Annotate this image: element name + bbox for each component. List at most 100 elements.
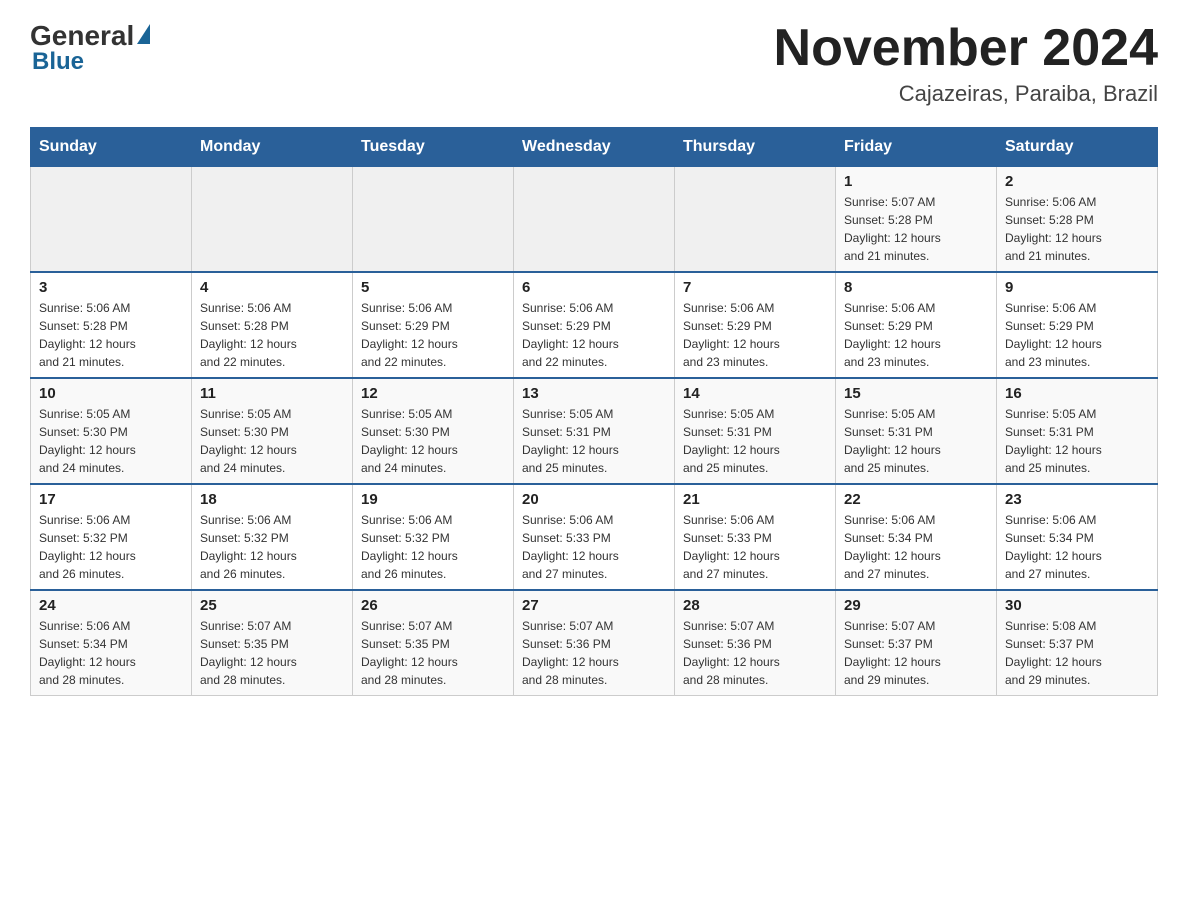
day-number: 10 (39, 385, 183, 402)
calendar-week-row: 3 Sunrise: 5:06 AMSunset: 5:28 PMDaylight… (31, 272, 1158, 378)
day-number: 18 (200, 491, 344, 508)
day-info: Sunrise: 5:07 AMSunset: 5:36 PMDaylight:… (522, 617, 666, 689)
day-number: 3 (39, 279, 183, 296)
weekday-header-wednesday: Wednesday (514, 128, 675, 167)
calendar-week-row: 10 Sunrise: 5:05 AMSunset: 5:30 PMDayligh… (31, 378, 1158, 484)
calendar-day-cell: 12Sunrise: 5:05 AMSunset: 5:30 PMDayligh… (353, 378, 514, 484)
calendar-day-cell: 15 Sunrise: 5:05 AMSunset: 5:31 PMDayligh… (836, 378, 997, 484)
day-info: Sunrise: 5:06 AMSunset: 5:34 PMDaylight:… (844, 511, 988, 583)
calendar-week-row: 1 Sunrise: 5:07 AMSunset: 5:28 PMDaylight… (31, 167, 1158, 273)
calendar-day-cell: 22 Sunrise: 5:06 AMSunset: 5:34 PMDayligh… (836, 484, 997, 590)
calendar-week-row: 24Sunrise: 5:06 AMSunset: 5:34 PMDayligh… (31, 590, 1158, 696)
day-number: 2 (1005, 173, 1149, 190)
day-number: 12 (361, 385, 505, 402)
day-number: 19 (361, 491, 505, 508)
day-info: Sunrise: 5:07 AMSunset: 5:36 PMDaylight:… (683, 617, 827, 689)
day-info: Sunrise: 5:06 AMSunset: 5:29 PMDaylight:… (522, 299, 666, 371)
weekday-header-saturday: Saturday (997, 128, 1158, 167)
location-subtitle: Cajazeiras, Paraiba, Brazil (774, 81, 1158, 107)
calendar-day-cell: 21 Sunrise: 5:06 AMSunset: 5:33 PMDayligh… (675, 484, 836, 590)
calendar-day-cell: 11Sunrise: 5:05 AMSunset: 5:30 PMDayligh… (192, 378, 353, 484)
month-title: November 2024 (774, 20, 1158, 77)
day-info: Sunrise: 5:06 AMSunset: 5:28 PMDaylight:… (1005, 193, 1149, 265)
calendar-day-cell: 5Sunrise: 5:06 AMSunset: 5:29 PMDaylight… (353, 272, 514, 378)
calendar-day-cell: 4 Sunrise: 5:06 AMSunset: 5:28 PMDaylight… (192, 272, 353, 378)
calendar-day-cell: 6Sunrise: 5:06 AMSunset: 5:29 PMDaylight… (514, 272, 675, 378)
day-number: 14 (683, 385, 827, 402)
day-info: Sunrise: 5:06 AMSunset: 5:28 PMDaylight:… (200, 299, 344, 371)
calendar-day-cell: 26Sunrise: 5:07 AMSunset: 5:35 PMDayligh… (353, 590, 514, 696)
day-info: Sunrise: 5:06 AMSunset: 5:33 PMDaylight:… (522, 511, 666, 583)
calendar-day-cell: 27 Sunrise: 5:07 AMSunset: 5:36 PMDayligh… (514, 590, 675, 696)
calendar-day-cell (192, 167, 353, 273)
day-info: Sunrise: 5:07 AMSunset: 5:28 PMDaylight:… (844, 193, 988, 265)
day-info: Sunrise: 5:05 AMSunset: 5:31 PMDaylight:… (1005, 405, 1149, 477)
calendar-week-row: 17 Sunrise: 5:06 AMSunset: 5:32 PMDayligh… (31, 484, 1158, 590)
calendar-day-cell: 17 Sunrise: 5:06 AMSunset: 5:32 PMDayligh… (31, 484, 192, 590)
calendar-day-cell: 10 Sunrise: 5:05 AMSunset: 5:30 PMDayligh… (31, 378, 192, 484)
day-info: Sunrise: 5:06 AMSunset: 5:29 PMDaylight:… (844, 299, 988, 371)
day-info: Sunrise: 5:05 AMSunset: 5:31 PMDaylight:… (522, 405, 666, 477)
day-info: Sunrise: 5:05 AMSunset: 5:31 PMDaylight:… (683, 405, 827, 477)
calendar-day-cell: 2 Sunrise: 5:06 AMSunset: 5:28 PMDaylight… (997, 167, 1158, 273)
calendar-day-cell: 25 Sunrise: 5:07 AMSunset: 5:35 PMDayligh… (192, 590, 353, 696)
day-number: 21 (683, 491, 827, 508)
logo: General Blue (30, 20, 150, 76)
calendar-table: SundayMondayTuesdayWednesdayThursdayFrid… (30, 127, 1158, 696)
day-info: Sunrise: 5:06 AMSunset: 5:33 PMDaylight:… (683, 511, 827, 583)
day-info: Sunrise: 5:06 AMSunset: 5:32 PMDaylight:… (200, 511, 344, 583)
day-info: Sunrise: 5:06 AMSunset: 5:34 PMDaylight:… (39, 617, 183, 689)
calendar-day-cell (514, 167, 675, 273)
calendar-day-cell: 16 Sunrise: 5:05 AMSunset: 5:31 PMDayligh… (997, 378, 1158, 484)
weekday-header-row: SundayMondayTuesdayWednesdayThursdayFrid… (31, 128, 1158, 167)
calendar-day-cell: 14 Sunrise: 5:05 AMSunset: 5:31 PMDayligh… (675, 378, 836, 484)
day-number: 16 (1005, 385, 1149, 402)
weekday-header-monday: Monday (192, 128, 353, 167)
calendar-day-cell: 29 Sunrise: 5:07 AMSunset: 5:37 PMDayligh… (836, 590, 997, 696)
day-number: 4 (200, 279, 344, 296)
day-info: Sunrise: 5:08 AMSunset: 5:37 PMDaylight:… (1005, 617, 1149, 689)
day-number: 23 (1005, 491, 1149, 508)
calendar-day-cell: 18 Sunrise: 5:06 AMSunset: 5:32 PMDayligh… (192, 484, 353, 590)
day-info: Sunrise: 5:06 AMSunset: 5:34 PMDaylight:… (1005, 511, 1149, 583)
day-info: Sunrise: 5:07 AMSunset: 5:37 PMDaylight:… (844, 617, 988, 689)
calendar-day-cell: 1 Sunrise: 5:07 AMSunset: 5:28 PMDaylight… (836, 167, 997, 273)
day-number: 9 (1005, 279, 1149, 296)
day-number: 27 (522, 597, 666, 614)
calendar-day-cell: 13 Sunrise: 5:05 AMSunset: 5:31 PMDayligh… (514, 378, 675, 484)
calendar-day-cell (31, 167, 192, 273)
day-number: 25 (200, 597, 344, 614)
weekday-header-friday: Friday (836, 128, 997, 167)
calendar-day-cell: 9Sunrise: 5:06 AMSunset: 5:29 PMDaylight… (997, 272, 1158, 378)
day-info: Sunrise: 5:06 AMSunset: 5:32 PMDaylight:… (361, 511, 505, 583)
day-number: 1 (844, 173, 988, 190)
calendar-day-cell (675, 167, 836, 273)
day-info: Sunrise: 5:05 AMSunset: 5:31 PMDaylight:… (844, 405, 988, 477)
title-section: November 2024 Cajazeiras, Paraiba, Brazi… (774, 20, 1158, 107)
day-info: Sunrise: 5:06 AMSunset: 5:28 PMDaylight:… (39, 299, 183, 371)
weekday-header-tuesday: Tuesday (353, 128, 514, 167)
weekday-header-sunday: Sunday (31, 128, 192, 167)
day-number: 15 (844, 385, 988, 402)
day-info: Sunrise: 5:05 AMSunset: 5:30 PMDaylight:… (39, 405, 183, 477)
day-number: 26 (361, 597, 505, 614)
day-number: 28 (683, 597, 827, 614)
day-info: Sunrise: 5:07 AMSunset: 5:35 PMDaylight:… (200, 617, 344, 689)
weekday-header-thursday: Thursday (675, 128, 836, 167)
calendar-day-cell: 19 Sunrise: 5:06 AMSunset: 5:32 PMDayligh… (353, 484, 514, 590)
calendar-day-cell: 20 Sunrise: 5:06 AMSunset: 5:33 PMDayligh… (514, 484, 675, 590)
day-info: Sunrise: 5:06 AMSunset: 5:32 PMDaylight:… (39, 511, 183, 583)
calendar-day-cell: 23 Sunrise: 5:06 AMSunset: 5:34 PMDayligh… (997, 484, 1158, 590)
day-number: 5 (361, 279, 505, 296)
day-number: 29 (844, 597, 988, 614)
calendar-day-cell: 3 Sunrise: 5:06 AMSunset: 5:28 PMDaylight… (31, 272, 192, 378)
calendar-day-cell: 28 Sunrise: 5:07 AMSunset: 5:36 PMDayligh… (675, 590, 836, 696)
logo-triangle-icon (137, 24, 150, 44)
day-number: 20 (522, 491, 666, 508)
day-number: 13 (522, 385, 666, 402)
day-number: 17 (39, 491, 183, 508)
day-number: 22 (844, 491, 988, 508)
day-info: Sunrise: 5:06 AMSunset: 5:29 PMDaylight:… (683, 299, 827, 371)
day-info: Sunrise: 5:05 AMSunset: 5:30 PMDaylight:… (200, 405, 344, 477)
page-header: General Blue November 2024 Cajazeiras, P… (30, 20, 1158, 107)
